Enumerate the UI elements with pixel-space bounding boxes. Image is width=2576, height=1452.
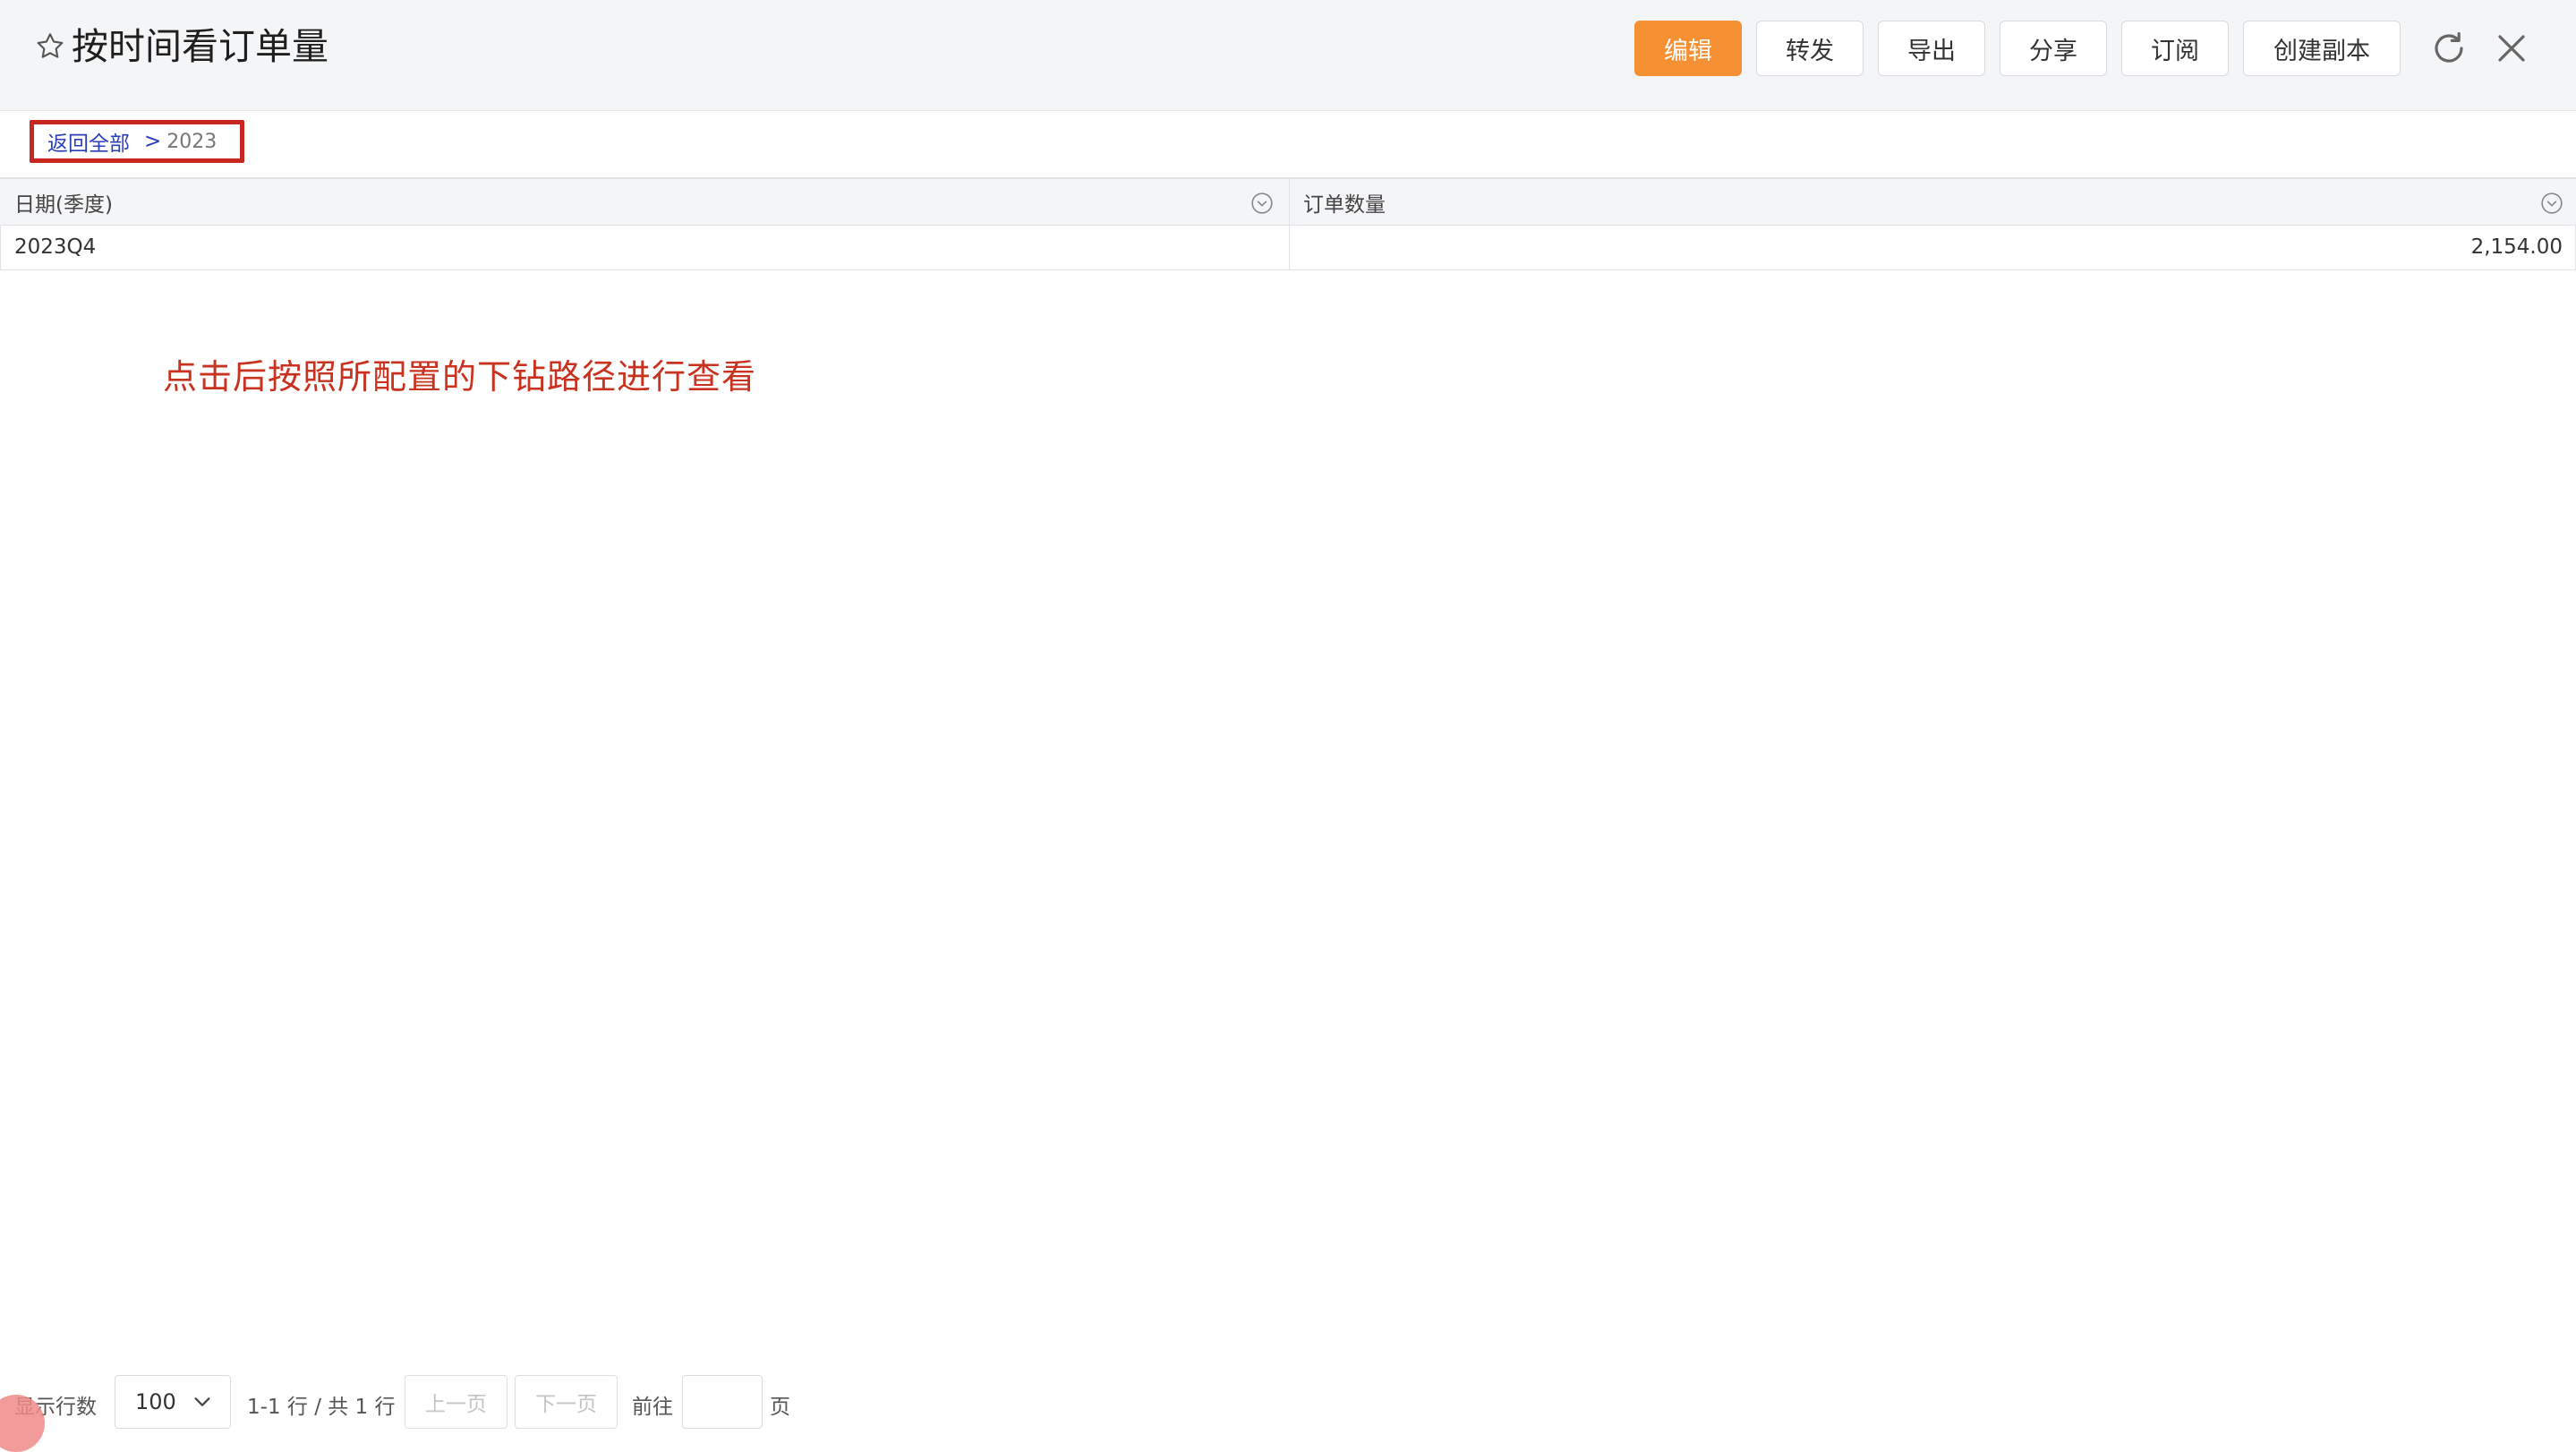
report-header: 按时间看订单量 编辑 转发 导出 分享 订阅 创建副本 <box>0 0 2576 111</box>
share-button[interactable]: 分享 <box>2000 21 2107 76</box>
table-row[interactable]: 2023Q4 2,154.00 <box>0 226 2576 270</box>
edit-button[interactable]: 编辑 <box>1634 21 1742 76</box>
close-icon[interactable] <box>2490 27 2533 70</box>
forward-button[interactable]: 转发 <box>1756 21 1864 76</box>
breadcrumb-current: 2023 <box>166 130 218 153</box>
rows-per-page-select[interactable]: 100 <box>115 1375 231 1429</box>
rows-per-page-value: 100 <box>135 1389 176 1414</box>
column-menu-icon[interactable] <box>1250 192 1274 215</box>
refresh-icon[interactable] <box>2427 27 2470 70</box>
breadcrumb-separator: > <box>144 130 162 153</box>
breadcrumb-back-link[interactable]: 返回全部 <box>47 126 130 157</box>
duplicate-button[interactable]: 创建副本 <box>2243 21 2401 76</box>
cell-date: 2023Q4 <box>14 235 97 259</box>
subscribe-button[interactable]: 订阅 <box>2121 21 2229 76</box>
prev-page-button[interactable]: 上一页 <box>405 1375 508 1429</box>
next-page-button[interactable]: 下一页 <box>515 1375 618 1429</box>
cell-order-count: 2,154.00 <box>2470 235 2563 259</box>
annotation-note: 点击后按照所配置的下钻路径进行查看 <box>163 357 757 397</box>
chevron-down-icon <box>194 1397 210 1406</box>
page-title: 按时间看订单量 <box>72 25 328 68</box>
export-button[interactable]: 导出 <box>1878 21 1985 76</box>
goto-label: 前往 <box>632 1396 673 1419</box>
column-header-date[interactable]: 日期(季度) <box>14 179 113 225</box>
page-unit-label: 页 <box>770 1396 790 1419</box>
column-header-order-count[interactable]: 订单数量 <box>1303 179 1386 225</box>
column-menu-icon[interactable] <box>2540 192 2563 215</box>
breadcrumb: 返回全部 > 2023 <box>30 120 244 163</box>
table-header: 日期(季度) 订单数量 <box>0 177 2576 226</box>
row-range-text: 1-1 行 / 共 1 行 <box>247 1396 396 1419</box>
pagination-bar: 显示行数 100 1-1 行 / 共 1 行 上一页 下一页 前往 页 <box>0 1375 2576 1429</box>
star-icon[interactable] <box>34 30 66 63</box>
column-divider <box>1289 177 1290 270</box>
goto-page-input[interactable] <box>682 1375 763 1429</box>
